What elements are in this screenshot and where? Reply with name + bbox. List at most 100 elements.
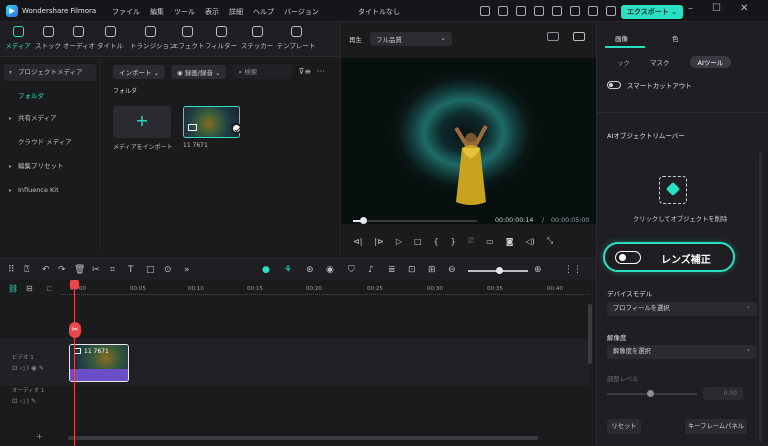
sidebar-item-edit-presets[interactable]: ▸ 編集プリセット bbox=[4, 158, 96, 175]
menu-view[interactable]: 表示 bbox=[205, 7, 219, 17]
mark-out-icon[interactable]: } bbox=[451, 237, 456, 246]
zoom-in-icon[interactable]: ⊕ bbox=[534, 265, 542, 275]
tab-color[interactable]: 色 bbox=[672, 33, 679, 43]
gift-icon[interactable] bbox=[480, 6, 490, 16]
video-track-icons[interactable]: ⊡◁)◉✎ bbox=[12, 364, 46, 372]
layout-grid-icon[interactable]: ⠿ bbox=[8, 265, 15, 275]
adjust-value-input[interactable]: 0.00 bbox=[703, 387, 743, 400]
sidebar-item-influence-kit[interactable]: ▸ Influence Kit bbox=[4, 182, 96, 199]
maximize-icon[interactable]: ☐ bbox=[712, 3, 721, 14]
device-model-select[interactable]: プロフィールを選択 bbox=[607, 300, 757, 316]
minimize-icon[interactable]: – bbox=[688, 3, 693, 14]
replace-icon[interactable]: ⊡ bbox=[408, 265, 416, 275]
more-tools-icon[interactable]: » bbox=[184, 265, 190, 275]
tool-media[interactable]: メディア bbox=[3, 26, 33, 50]
magnet-icon[interactable]: ⊏ bbox=[46, 284, 53, 293]
subtab-mask[interactable]: マスク bbox=[650, 57, 670, 67]
subtab-ai-tools[interactable]: AIツール bbox=[689, 56, 732, 68]
microphone-icon[interactable]: ♪ bbox=[368, 265, 374, 275]
sidebar-item-project-media[interactable]: ▾ プロジェクトメディア bbox=[4, 64, 96, 81]
snapshot-view-icon[interactable] bbox=[573, 32, 585, 41]
timeline-ruler[interactable]: ⛓ ⊟ ⊏ 00:00 00:05 00:10 00:15 00:20 00:2… bbox=[0, 280, 596, 298]
save-icon[interactable] bbox=[552, 6, 562, 16]
tool-sticker[interactable]: ステッカー bbox=[240, 26, 274, 50]
sidebar-item-shared-media[interactable]: ▸ 共有メディア bbox=[4, 110, 96, 127]
frame-icon[interactable]: □ bbox=[146, 265, 155, 275]
scissors-icon[interactable]: ✂ bbox=[69, 322, 81, 338]
reset-button[interactable]: リセット bbox=[607, 419, 641, 434]
volume-icon[interactable]: ◁) bbox=[525, 237, 534, 246]
menu-help[interactable]: ヘルプ bbox=[253, 7, 274, 17]
cloud-icon[interactable] bbox=[570, 6, 580, 16]
redo-icon[interactable]: ↷ bbox=[58, 265, 66, 275]
timeline-vscrollbar[interactable] bbox=[588, 304, 592, 364]
media-clip-thumbnail[interactable] bbox=[183, 106, 242, 138]
mark-in-icon[interactable]: { bbox=[434, 237, 439, 246]
menu-edit[interactable]: 編集 bbox=[150, 7, 164, 17]
sidebar-item-cloud-media[interactable]: クラウド メディア bbox=[4, 134, 96, 151]
timeline-hscrollbar[interactable] bbox=[68, 436, 538, 440]
snap-icon[interactable]: ⚘ bbox=[284, 265, 292, 275]
zoom-slider[interactable] bbox=[468, 267, 528, 274]
text-icon[interactable]: T bbox=[128, 265, 134, 275]
render-icon[interactable]: ⎚ bbox=[468, 236, 474, 246]
tool-title[interactable]: タイトル bbox=[95, 26, 125, 50]
fullscreen-icon[interactable]: ⤡ bbox=[547, 236, 553, 246]
tool-effect[interactable]: エフェクト bbox=[172, 26, 205, 50]
menu-tools[interactable]: ツール bbox=[174, 7, 195, 17]
audio-track-icons[interactable]: ⊡◁)✎ bbox=[12, 397, 38, 405]
stop-icon[interactable]: □ bbox=[414, 237, 422, 246]
slider-knob[interactable] bbox=[647, 390, 654, 397]
next-frame-icon[interactable]: |⊳ bbox=[374, 237, 383, 246]
import-media-tile[interactable]: + bbox=[113, 106, 171, 138]
speed-icon[interactable]: ⊙ bbox=[164, 265, 172, 275]
tool-stock[interactable]: ストック bbox=[33, 26, 63, 50]
subtab-basic[interactable]: ック bbox=[617, 57, 630, 67]
ai-mate-icon[interactable]: ● bbox=[262, 265, 270, 275]
delete-icon[interactable]: 🗑 bbox=[74, 265, 85, 275]
panel-scrollbar[interactable] bbox=[759, 152, 762, 442]
zoom-out-icon[interactable]: ⊖ bbox=[448, 265, 456, 275]
adjust-slider[interactable] bbox=[607, 390, 697, 397]
sidebar-item-folder[interactable]: フォルダ bbox=[4, 88, 96, 105]
search-input[interactable]: ⌕ 検索 bbox=[232, 64, 293, 79]
grid-icon[interactable] bbox=[606, 6, 616, 16]
export-button[interactable]: エクスポート ⌄ bbox=[621, 5, 684, 19]
zoom-knob[interactable] bbox=[496, 267, 503, 274]
tool-template[interactable]: テンプレート bbox=[276, 26, 316, 50]
undo-icon[interactable]: ↶ bbox=[42, 265, 50, 275]
screen-icon[interactable] bbox=[516, 6, 526, 16]
layout-icon[interactable] bbox=[534, 6, 544, 16]
record-dropdown[interactable]: ◉ 録画/録音 ⌄ bbox=[171, 64, 227, 79]
camera-icon[interactable]: ◙ bbox=[506, 237, 514, 246]
tab-image[interactable]: 画像 bbox=[615, 33, 628, 43]
lens-correction-toggle-row[interactable]: レンズ補正 bbox=[603, 242, 735, 272]
crop-icon[interactable]: ⌗ bbox=[110, 265, 115, 275]
playback-tab[interactable]: 再生 bbox=[349, 34, 362, 44]
smart-cutout-toggle[interactable] bbox=[607, 81, 621, 89]
subtitle-icon[interactable]: ≣ bbox=[388, 265, 396, 275]
progress-knob[interactable] bbox=[359, 217, 367, 224]
add-icon[interactable]: + bbox=[36, 432, 43, 441]
lens-toggle[interactable] bbox=[615, 251, 641, 264]
quality-dropdown[interactable]: フル品質 ⌄ bbox=[370, 32, 452, 46]
tool-filter[interactable]: フィルター bbox=[204, 26, 238, 50]
shield-icon[interactable]: ⛉ bbox=[348, 265, 355, 275]
playhead-handle[interactable] bbox=[70, 280, 79, 289]
close-icon[interactable]: ✕ bbox=[740, 3, 748, 14]
auto-highlight-icon[interactable]: ⊛ bbox=[306, 265, 314, 275]
monitor-icon[interactable]: ▭ bbox=[486, 237, 494, 246]
select-icon[interactable]: ⍰ bbox=[24, 265, 29, 275]
menu-file[interactable]: ファイル bbox=[112, 7, 140, 17]
tool-audio[interactable]: オーディオ bbox=[63, 26, 95, 50]
menu-version[interactable]: バージョン bbox=[284, 7, 319, 17]
split-icon[interactable]: ✂ bbox=[92, 265, 100, 275]
timeline-clip[interactable]: 11 7671 bbox=[69, 344, 129, 382]
track-options-icon[interactable]: ⋮⋮ bbox=[564, 265, 582, 275]
send-icon[interactable] bbox=[498, 6, 508, 16]
more-icon[interactable]: ··· bbox=[317, 67, 325, 76]
play-icon[interactable]: ▷ bbox=[396, 237, 402, 246]
fit-icon[interactable]: ⊞ bbox=[428, 265, 436, 275]
add-track-icon[interactable]: ⊟ bbox=[26, 284, 33, 293]
keyframe-panel-button[interactable]: キーフレームパネル bbox=[685, 419, 747, 434]
